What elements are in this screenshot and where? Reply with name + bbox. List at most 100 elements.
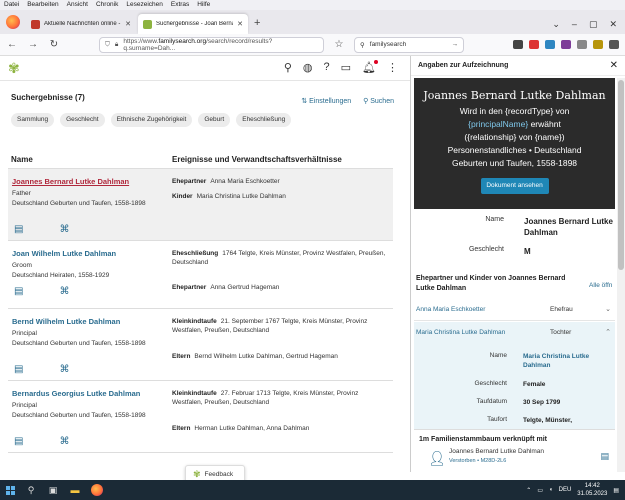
windows-start-icon[interactable] — [6, 485, 15, 495]
document-icon[interactable]: ▤ — [14, 286, 23, 297]
result-collection: Deutschland Heiraten, 1558-1929 — [12, 272, 110, 279]
close-icon[interactable]: ✕ — [610, 60, 618, 71]
new-tab-icon[interactable]: + — [254, 17, 260, 29]
document-icon[interactable]: ▤ — [14, 364, 23, 375]
result-name-link[interactable]: Joannes Bernard Lutke Dahlman — [12, 177, 162, 186]
chip-collection[interactable]: Sammlung — [11, 113, 55, 127]
result-name-link[interactable]: Bernd Wilhelm Lutke Dahlman — [12, 317, 162, 326]
more-icon[interactable]: ⋮ — [387, 61, 398, 74]
bookmark-star-icon[interactable]: ☆ — [333, 39, 345, 50]
settings-icon: ⇅ — [301, 98, 310, 105]
forward-icon[interactable]: → — [27, 39, 39, 50]
close-window-icon[interactable]: ✕ — [609, 19, 617, 30]
search-field[interactable]: ⚲ familysearch → — [354, 36, 464, 53]
chip-gender[interactable]: Geschlecht — [60, 113, 105, 127]
chevron-up-icon[interactable]: ⌃ — [526, 487, 531, 494]
menu-icon[interactable] — [609, 40, 619, 49]
menu-bookmarks[interactable]: Lesezeichen — [126, 0, 163, 10]
url-bar[interactable]: ⛉ 🔒︎ https://www.familysearch.org/search… — [99, 36, 324, 53]
reload-icon[interactable]: ↻ — [48, 39, 60, 50]
tab-strip: Aktuelle Nachrichten online - 1 ✕ Sucher… — [0, 10, 625, 34]
document-icon[interactable]: ▤ — [14, 224, 23, 235]
close-tab-icon[interactable]: ✕ — [125, 20, 131, 28]
person-icon: 👤︎ — [428, 450, 446, 466]
location-icon[interactable]: ⚲ — [284, 61, 292, 74]
search-button[interactable]: ⚲ Suchen — [363, 97, 394, 105]
result-row[interactable]: Bernd Wilhelm Lutke Dahlman Principal De… — [8, 309, 393, 381]
list-tabs-icon[interactable]: ⌄ — [552, 19, 560, 30]
document-icon[interactable]: ▤ — [14, 436, 23, 447]
chip-marriage[interactable]: Eheschließung — [236, 113, 292, 127]
menu-history[interactable]: Chronik — [96, 0, 118, 10]
extension-icon[interactable] — [545, 40, 555, 49]
shield-icon[interactable]: ⛉ — [105, 41, 110, 49]
file-explorer-icon[interactable]: ▬ — [69, 485, 81, 495]
back-icon[interactable]: ← — [6, 39, 18, 50]
minimize-icon[interactable]: – — [572, 19, 577, 29]
result-name-link[interactable]: Bernardus Georgius Lutke Dahlman — [12, 389, 162, 398]
language-indicator[interactable]: DEU — [559, 487, 572, 493]
event: Kleinkindtaufe 21. September 1767 Telgte,… — [172, 318, 368, 334]
extension-icon[interactable] — [593, 40, 603, 49]
menu-tools[interactable]: Extras — [171, 0, 189, 10]
globe-icon[interactable]: ◍ — [303, 61, 313, 74]
menu-view[interactable]: Ansicht — [67, 0, 88, 10]
tab-news[interactable]: Aktuelle Nachrichten online - 1 ✕ — [26, 14, 136, 34]
event: Kleinkindtaufe 27. Februar 1713 Telgte, K… — [172, 390, 359, 406]
menu-edit[interactable]: Bearbeiten — [27, 0, 58, 10]
tab-familysearch[interactable]: Suchergebnisse - Joan Bernard ✕ — [138, 14, 248, 34]
open-all-link[interactable]: Alle öffn — [589, 282, 612, 289]
lock-icon[interactable]: 🔒︎ — [115, 41, 118, 49]
tree-icon[interactable]: ⌘ — [59, 286, 69, 297]
notifications-icon[interactable]: 🔔︎ — [362, 60, 378, 74]
search-icon[interactable]: ⚲ — [25, 485, 37, 496]
firefox-icon[interactable] — [6, 15, 20, 29]
tree-icon[interactable]: ⌘ — [59, 436, 69, 447]
tree-icon[interactable]: ⌘ — [59, 224, 69, 235]
close-tab-icon[interactable]: ✕ — [237, 20, 243, 28]
panel-scrollbar[interactable] — [617, 78, 625, 472]
pocket-icon[interactable] — [513, 40, 523, 49]
firefox-taskbar-icon[interactable] — [91, 484, 103, 496]
search-text: familysearch — [369, 41, 407, 48]
tree-person-name[interactable]: Joannes Bernard Lutke Dahlman — [449, 448, 544, 455]
volume-icon[interactable]: ◖ — [549, 487, 553, 493]
chevron-down-icon: ⌄ — [605, 306, 611, 313]
search-icon: ⚲ — [360, 41, 365, 49]
go-arrow-icon[interactable]: → — [452, 41, 459, 48]
view-document-button[interactable]: Dokument ansehen — [480, 178, 549, 194]
menu-file[interactable]: Datei — [4, 0, 19, 10]
settings-button[interactable]: ⇅ Einstellungen — [301, 97, 351, 105]
url-text: https://www.familysearch.org/search/reco… — [123, 37, 273, 52]
relation-row[interactable]: Anna Maria Eschkoetter Ehefrau ⌄ — [414, 299, 615, 321]
relation-row[interactable]: Maria Christina Lutke Dahlman Tochter ⌃ — [414, 322, 615, 344]
menu-help[interactable]: Hilfe — [197, 0, 210, 10]
tree-icon[interactable]: ⌘ — [59, 364, 69, 375]
result-row[interactable]: Bernardus Georgius Lutke Dahlman Princip… — [8, 381, 393, 453]
notifications-icon[interactable]: ▤ — [613, 487, 619, 494]
result-row[interactable]: Joannes Bernard Lutke Dahlman Father Deu… — [8, 169, 393, 241]
chip-birth[interactable]: Geburt — [198, 113, 231, 127]
result-role: Principal — [12, 402, 37, 409]
result-name-link[interactable]: Joan Wilhelm Lutke Dahlman — [12, 249, 162, 258]
network-icon[interactable]: ▭ — [537, 487, 543, 494]
result-row[interactable]: Joan Wilhelm Lutke Dahlman Groom Deutsch… — [8, 241, 393, 309]
adblock-icon[interactable] — [529, 40, 539, 49]
tree-person-meta: Verstorben • M28D-2L6 — [449, 458, 507, 464]
familysearch-logo-icon[interactable]: ✾ — [8, 60, 22, 76]
result-role: Father — [12, 190, 31, 197]
results-title: Suchergebnisse (7) — [11, 93, 85, 102]
chip-ethnicity[interactable]: Ethnische Zugehörigkeit — [110, 113, 193, 127]
messages-icon[interactable]: ▭ — [341, 61, 351, 74]
extension-icon[interactable] — [561, 40, 571, 49]
extension-icon[interactable] — [577, 40, 587, 49]
help-icon[interactable]: ? — [324, 61, 330, 74]
document-icon[interactable]: ▤ — [600, 451, 609, 462]
news-favicon-icon — [31, 19, 40, 29]
maximize-icon[interactable]: ▢ — [589, 19, 598, 30]
extensions — [513, 40, 619, 49]
tree-box-title: 1m Familienstammbaum verknüpft mit — [419, 436, 547, 443]
task-view-icon[interactable]: ▣ — [47, 485, 59, 496]
feedback-icon: ✾ — [193, 468, 201, 479]
clock[interactable]: 14:42 31.05.2023 — [577, 482, 607, 498]
